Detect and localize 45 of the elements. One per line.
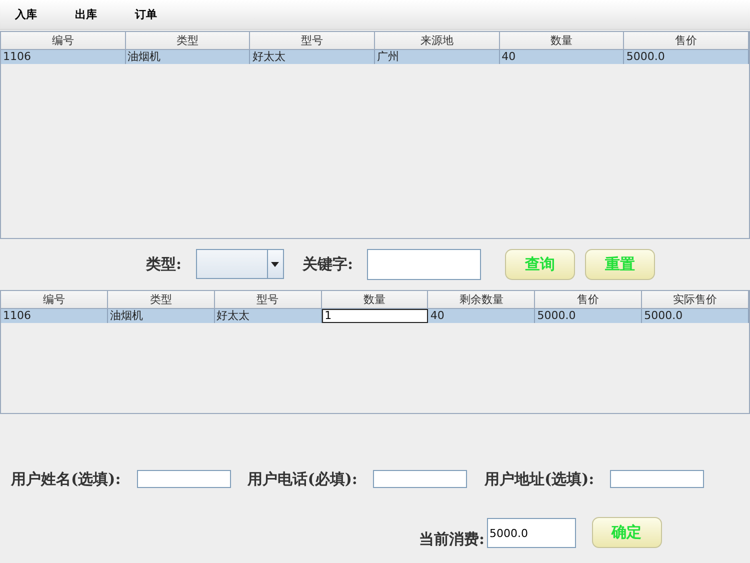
type-label: 类型: [146, 254, 182, 274]
menu-item[interactable]: 订单 [128, 7, 171, 22]
table-cell: 5000.0 [624, 50, 749, 64]
field-label: 用户地址(选填): [484, 470, 594, 488]
data-table[interactable]: 编号 类型 型号 来源地 数量 售价 1106 油烟机 好太太 广州 40 5000.0 [0, 31, 750, 239]
menu-item[interactable]: 出库 [68, 7, 111, 22]
table-cell: 5000.0 [535, 309, 642, 323]
field-label: 用户电话(必填): [248, 470, 358, 488]
table-cell: 5000.0 [642, 309, 749, 323]
table-cell: 油烟机 [108, 309, 215, 323]
table-cell: 油烟机 [126, 50, 250, 64]
input-field[interactable] [373, 470, 468, 488]
total-field[interactable]: 5000.0 [486, 518, 576, 548]
dropdown-arrow-icon [271, 262, 280, 266]
column-header[interactable]: 数量 [322, 291, 428, 308]
column-header[interactable]: 型号 [214, 291, 322, 308]
column-header[interactable]: 类型 [126, 32, 250, 49]
table-row[interactable]: 1106 油烟机 好太太 广州 40 5000.0 [1, 50, 749, 64]
table-cell: 40 [500, 50, 624, 64]
input-field[interactable] [610, 470, 704, 488]
keyword-field[interactable] [367, 248, 482, 280]
table-cell: 1106 [1, 50, 126, 64]
column-header[interactable]: 数量 [500, 32, 624, 49]
table-cell: 广州 [374, 50, 500, 64]
column-header[interactable]: 编号 [1, 291, 108, 308]
table-cell: 40 [428, 309, 536, 323]
type-dropdown[interactable] [196, 249, 284, 279]
column-header[interactable]: 类型 [108, 291, 215, 308]
cell-editor[interactable]: 1 [322, 309, 428, 323]
column-header[interactable]: 剩余数量 [428, 291, 536, 308]
field-label: 用户姓名(选填): [11, 470, 121, 488]
column-header[interactable]: 型号 [250, 32, 375, 49]
keyword-label: 关键字: [302, 254, 354, 274]
column-header[interactable]: 实际售价 [642, 291, 749, 308]
data-table[interactable]: 编号 类型 型号 数量 剩余数量 售价 实际售价 1106 油烟机 好太太 1 40 5000.0 5000.0 [0, 290, 750, 414]
table-row[interactable]: 1106 油烟机 好太太 1 40 5000.0 5000.0 [1, 309, 749, 323]
total-label: 当前消费: [419, 530, 485, 549]
table-cell: 好太太 [250, 50, 375, 64]
table-cell: 1106 [1, 309, 108, 323]
menu-item[interactable]: 入库 [8, 7, 51, 22]
column-header[interactable]: 售价 [535, 291, 642, 308]
column-header[interactable]: 来源地 [374, 32, 500, 49]
column-header[interactable]: 售价 [624, 32, 749, 49]
column-header[interactable]: 编号 [1, 32, 126, 49]
input-field[interactable] [136, 470, 231, 488]
